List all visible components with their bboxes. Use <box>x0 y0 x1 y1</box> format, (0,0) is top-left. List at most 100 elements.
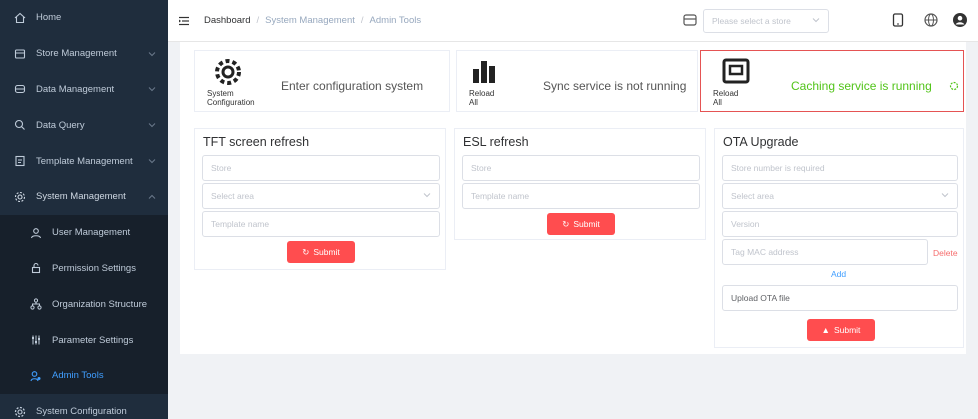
caching-service-card[interactable]: Reload All Caching service is running <box>700 50 964 112</box>
template-name-field[interactable]: Template name <box>202 211 440 237</box>
stat-text: Caching service is running <box>791 79 932 93</box>
sidebar-item-label: Home <box>36 12 62 24</box>
area-select[interactable]: Select area <box>722 183 958 209</box>
user-icon <box>30 227 42 239</box>
search-icon <box>14 119 26 131</box>
sidebar: Home Store Management Data Management Da… <box>0 0 168 419</box>
sidebar-item-label: User Management <box>52 227 131 239</box>
stat-label: Reload All <box>469 89 494 107</box>
tablet-icon[interactable] <box>890 12 906 28</box>
stat-label-line1: System <box>207 89 234 98</box>
esl-submit-button[interactable]: ↻ Submit <box>547 213 615 235</box>
sync-service-card[interactable]: Reload All Sync service is not running <box>456 50 698 112</box>
admin-tools-content: System Configuration Enter configuration … <box>180 42 966 354</box>
menu-toggle-icon[interactable] <box>178 15 190 27</box>
system-configuration-card[interactable]: System Configuration Enter configuration … <box>194 50 450 112</box>
store-field[interactable]: Store <box>462 155 700 181</box>
gear-icon <box>213 57 243 87</box>
store-field[interactable]: Store <box>202 155 440 181</box>
chevron-down-icon <box>148 84 156 95</box>
ota-upgrade-panel: OTA Upgrade Store number is required Sel… <box>714 128 964 348</box>
area-select[interactable]: Select area <box>202 183 440 209</box>
sidebar-item-system-management[interactable]: System Management <box>0 179 168 215</box>
sidebar-item-label: System Management <box>36 191 126 203</box>
placeholder: Tag MAC address <box>731 247 799 257</box>
breadcrumb-admin-tools: Admin Tools <box>369 15 422 26</box>
sidebar-item-data-management[interactable]: Data Management <box>0 72 168 108</box>
stat-label: Reload All <box>713 89 738 107</box>
sliders-icon <box>30 334 42 346</box>
save-icon <box>721 57 751 87</box>
placeholder: Select area <box>731 191 774 201</box>
sidebar-item-label: System Configuration <box>36 406 127 418</box>
sidebar-item-home[interactable]: Home <box>0 0 168 36</box>
sidebar-item-label: Admin Tools <box>52 370 104 382</box>
esl-refresh-panel: ESL refresh Store Template name ↻ Submit <box>454 128 706 240</box>
sidebar-item-parameter-settings[interactable]: Parameter Settings <box>0 322 168 358</box>
store-number-field[interactable]: Store number is required <box>722 155 958 181</box>
template-name-field[interactable]: Template name <box>462 183 700 209</box>
sidebar-item-label: Permission Settings <box>52 262 136 274</box>
chevron-down-icon <box>423 191 431 201</box>
topbar: Dashboard / System Management / Admin To… <box>168 0 978 42</box>
store-select-placeholder: Please select a store <box>712 16 791 26</box>
loading-icon <box>949 81 959 94</box>
stat-label-line1: Reload <box>713 89 739 98</box>
stat-label-line1: Reload <box>469 89 495 98</box>
sidebar-item-label: Data Query <box>36 119 85 131</box>
sidebar-item-label: Organization Structure <box>52 298 148 310</box>
sidebar-item-label: Data Management <box>36 83 115 95</box>
tft-submit-button[interactable]: ↻ Submit <box>287 241 355 263</box>
gear-icon <box>14 406 26 418</box>
version-field[interactable]: Version <box>722 211 958 237</box>
button-label: Upload OTA file <box>731 293 790 303</box>
button-label: Submit <box>313 247 340 257</box>
bar-chart-icon <box>469 57 499 87</box>
stat-text: Enter configuration system <box>281 79 424 93</box>
sidebar-item-label: Parameter Settings <box>52 334 134 346</box>
store-icon <box>14 48 26 60</box>
chevron-down-icon <box>148 120 156 131</box>
sidebar-item-data-query[interactable]: Data Query <box>0 107 168 143</box>
breadcrumb: Dashboard / System Management / Admin To… <box>204 15 421 26</box>
refresh-icon: ↻ <box>562 218 570 229</box>
panel-title: OTA Upgrade <box>723 135 799 149</box>
ota-submit-button[interactable]: ▲ Submit <box>807 319 875 341</box>
stat-label-line2: All <box>713 98 722 107</box>
chevron-down-icon <box>812 16 820 26</box>
sidebar-item-user-management[interactable]: User Management <box>0 214 168 251</box>
upload-icon: ▲ <box>821 325 830 335</box>
placeholder: Template name <box>211 219 270 229</box>
panel-title: TFT screen refresh <box>203 135 310 149</box>
add-link[interactable]: Add <box>831 269 846 279</box>
chevron-down-icon <box>941 191 949 201</box>
upload-ota-file-button[interactable]: Upload OTA file <box>722 285 958 311</box>
store-select[interactable]: Please select a store <box>703 9 829 33</box>
tag-mac-address-field[interactable]: Tag MAC address <box>722 239 928 265</box>
delete-link[interactable]: Delete <box>933 248 958 258</box>
placeholder: Store <box>211 163 232 173</box>
placeholder: Store number is required <box>731 163 825 173</box>
store-icon <box>682 12 698 28</box>
chevron-down-icon <box>148 156 156 167</box>
tools-icon <box>30 370 42 382</box>
placeholder: Template name <box>471 191 530 201</box>
tft-refresh-panel: TFT screen refresh Store Select area Tem… <box>194 128 446 270</box>
globe-icon[interactable] <box>923 12 939 28</box>
sidebar-item-organization-structure[interactable]: Organization Structure <box>0 286 168 323</box>
placeholder: Version <box>731 219 760 229</box>
sidebar-item-system-configuration[interactable]: System Configuration <box>0 394 168 419</box>
stat-label: System Configuration <box>207 89 255 107</box>
database-icon <box>14 83 26 95</box>
breadcrumb-dashboard[interactable]: Dashboard <box>204 15 250 26</box>
stat-label-line2: Configuration <box>207 98 255 107</box>
chevron-up-icon <box>148 191 156 202</box>
placeholder: Store <box>471 163 492 173</box>
avatar[interactable] <box>952 12 968 28</box>
sidebar-item-permission-settings[interactable]: Permission Settings <box>0 250 168 287</box>
sidebar-item-store-management[interactable]: Store Management <box>0 36 168 72</box>
sidebar-item-template-management[interactable]: Template Management <box>0 143 168 179</box>
sidebar-item-admin-tools[interactable]: Admin Tools <box>0 357 168 394</box>
stat-text: Sync service is not running <box>543 79 687 93</box>
sidebar-item-label: Store Management <box>36 48 117 60</box>
